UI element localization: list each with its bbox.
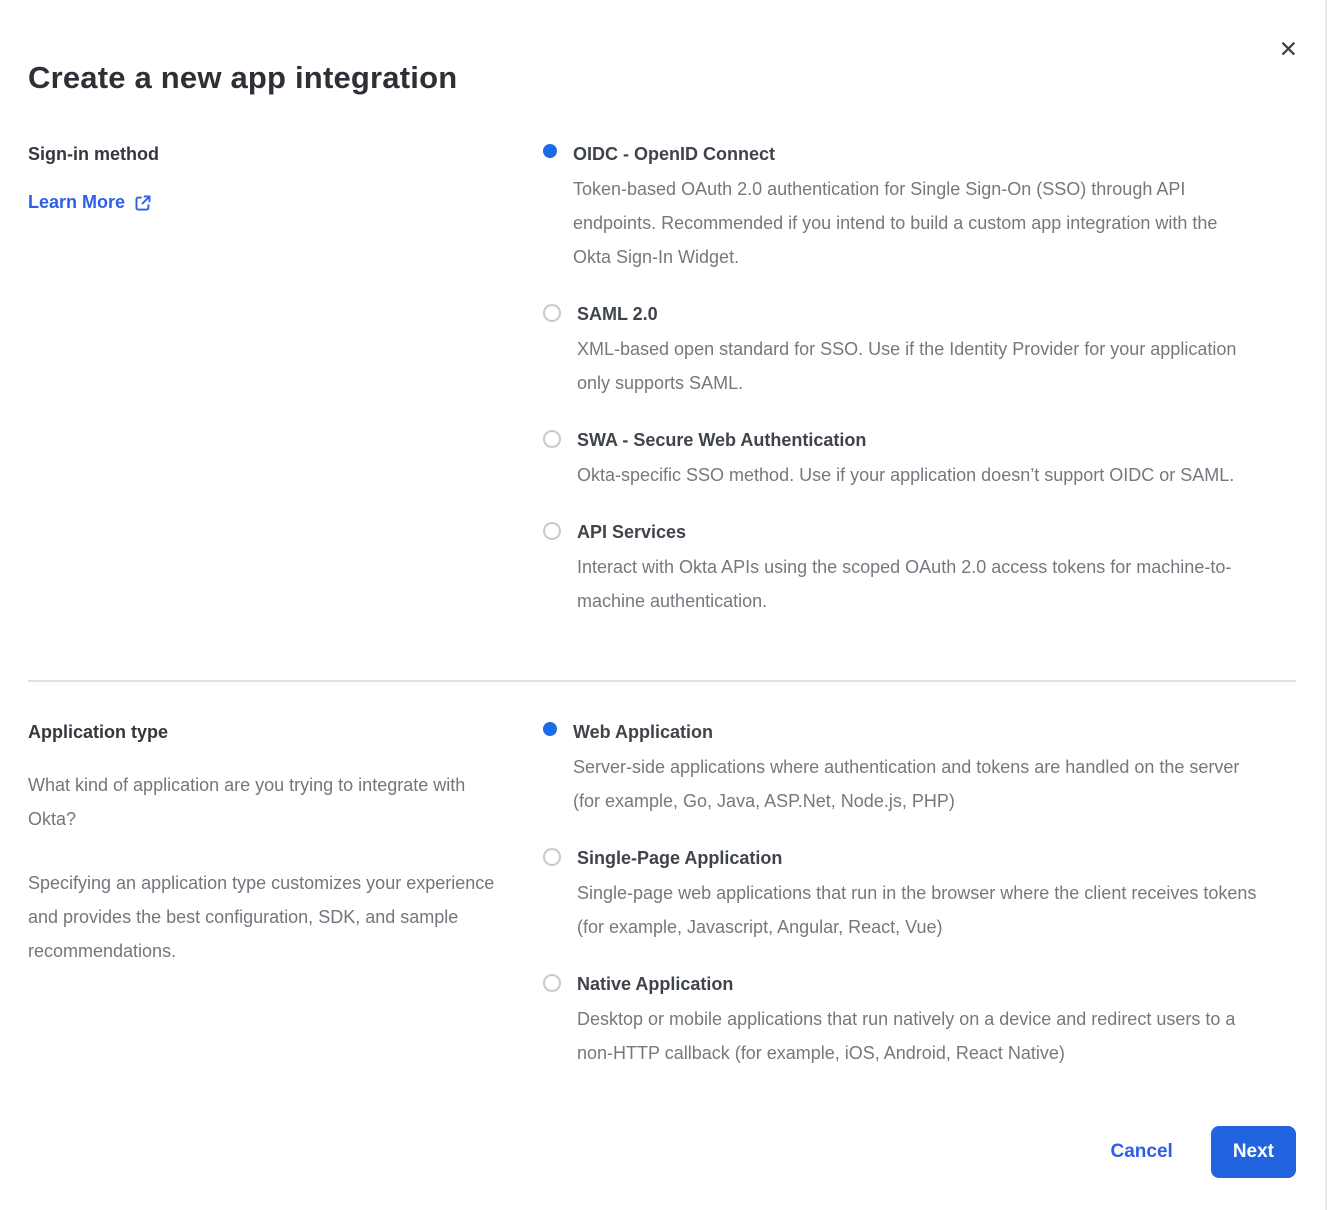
next-button[interactable]: Next [1211, 1126, 1296, 1178]
signin-method-options: OIDC - OpenID Connect Token-based OAuth … [543, 142, 1258, 618]
radio-option-swa[interactable]: SWA - Secure Web Authentication Okta-spe… [543, 428, 1258, 492]
section-divider [28, 680, 1296, 682]
radio-option-description: XML-based open standard for SSO. Use if … [577, 332, 1258, 400]
radio-option-single-page-application[interactable]: Single-Page Application Single-page web … [543, 846, 1258, 944]
radio-option-label: API Services [577, 520, 1258, 544]
radio-option-web-application[interactable]: Web Application Server-side applications… [543, 720, 1258, 818]
radio-button-native-application[interactable] [543, 974, 561, 992]
radio-button-api-services[interactable] [543, 522, 561, 540]
cancel-button[interactable]: Cancel [1111, 1141, 1173, 1163]
close-icon: ✕ [1279, 36, 1298, 62]
radio-option-native-application[interactable]: Native Application Desktop or mobile app… [543, 972, 1258, 1070]
radio-option-description: Single-page web applications that run in… [577, 876, 1258, 944]
application-type-section: Application type What kind of applicatio… [28, 720, 1296, 1070]
radio-option-oidc[interactable]: OIDC - OpenID Connect Token-based OAuth … [543, 142, 1258, 274]
radio-option-label: OIDC - OpenID Connect [573, 142, 1258, 166]
radio-button-web-application[interactable] [543, 722, 557, 736]
application-type-left-column: Application type What kind of applicatio… [28, 720, 543, 968]
learn-more-link[interactable]: Learn More [28, 192, 152, 213]
radio-option-description: Interact with Okta APIs using the scoped… [577, 550, 1258, 618]
application-type-description-1: What kind of application are you trying … [28, 768, 500, 836]
radio-option-label: SWA - Secure Web Authentication [577, 428, 1234, 452]
radio-option-description: Token-based OAuth 2.0 authentication for… [573, 172, 1258, 274]
external-link-icon [134, 194, 152, 212]
dialog-title: Create a new app integration [28, 0, 1296, 98]
radio-option-api-services[interactable]: API Services Interact with Okta APIs usi… [543, 520, 1258, 618]
radio-option-description: Okta-specific SSO method. Use if your ap… [577, 458, 1234, 492]
application-type-heading: Application type [28, 720, 503, 744]
create-app-integration-dialog: ✕ Create a new app integration Sign-in m… [0, 0, 1332, 1210]
radio-option-label: SAML 2.0 [577, 302, 1258, 326]
dialog-edge-line [1325, 0, 1327, 1210]
radio-option-description: Desktop or mobile applications that run … [577, 1002, 1258, 1070]
radio-button-oidc[interactable] [543, 144, 557, 158]
radio-option-description: Server-side applications where authentic… [573, 750, 1258, 818]
radio-option-label: Web Application [573, 720, 1258, 744]
close-button[interactable]: ✕ [1277, 36, 1300, 63]
application-type-description-2: Specifying an application type customize… [28, 866, 500, 968]
application-type-options: Web Application Server-side applications… [543, 720, 1258, 1070]
signin-method-left-column: Sign-in method Learn More [28, 142, 543, 213]
signin-method-section: Sign-in method Learn More OIDC - OpenID … [28, 142, 1296, 618]
radio-option-saml[interactable]: SAML 2.0 XML-based open standard for SSO… [543, 302, 1258, 400]
radio-button-swa[interactable] [543, 430, 561, 448]
radio-button-saml[interactable] [543, 304, 561, 322]
dialog-footer: Cancel Next [28, 1126, 1296, 1178]
signin-method-heading: Sign-in method [28, 142, 503, 166]
radio-option-label: Native Application [577, 972, 1258, 996]
learn-more-label: Learn More [28, 192, 125, 213]
radio-button-single-page-application[interactable] [543, 848, 561, 866]
radio-option-label: Single-Page Application [577, 846, 1258, 870]
